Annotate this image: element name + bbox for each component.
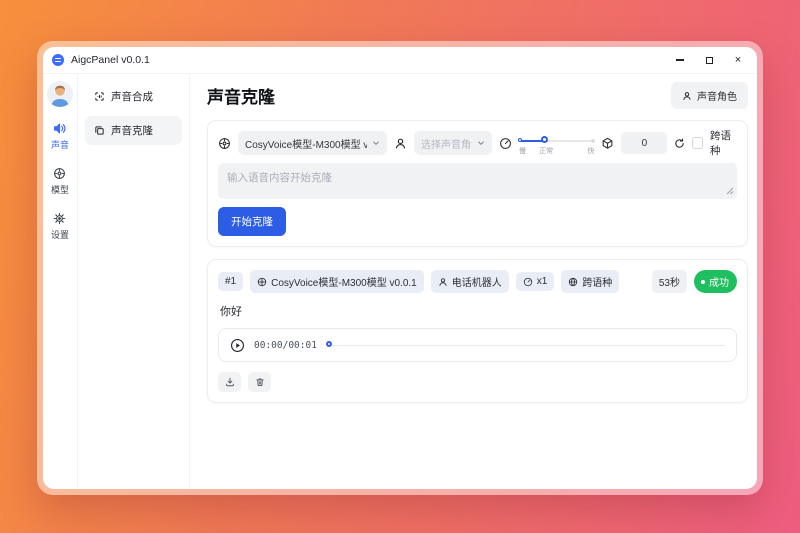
app-window: AigcPanel v0.0.1 × 声音 — [37, 41, 763, 495]
result-duration-badge: 53秒 — [652, 270, 687, 293]
minimize-icon[interactable] — [674, 54, 686, 66]
model-icon — [257, 277, 267, 287]
status-dot-icon — [701, 280, 705, 284]
result-voice-badge: 电话机器人 — [431, 270, 509, 293]
clone-icon — [94, 125, 105, 136]
result-text: 你好 — [220, 303, 735, 319]
window-title: AigcPanel v0.0.1 — [71, 54, 150, 66]
refresh-icon[interactable] — [674, 138, 685, 149]
sidebar-item-voice[interactable]: 声音 — [51, 122, 69, 151]
speaker-icon — [53, 122, 66, 135]
cross-lingual-checkbox[interactable] — [692, 137, 703, 149]
result-model-badge: CosyVoice模型-M300模型 v0.0.1 — [250, 270, 424, 293]
menu-item-voice-clone[interactable]: 声音克隆 — [85, 116, 182, 145]
clone-form-card: CosyVoice模型-M300模型 v0.0.1 选择声音角色 — [207, 120, 748, 247]
download-icon — [225, 377, 235, 387]
voice-role-button[interactable]: 声音角色 — [671, 82, 748, 109]
sidebar-item-model[interactable]: 模型 — [51, 167, 69, 196]
page-title: 声音克隆 — [207, 83, 275, 108]
model-select[interactable]: CosyVoice模型-M300模型 v0.0.1 — [238, 131, 387, 155]
voice-select-placeholder: 选择声音角色 — [421, 136, 472, 151]
result-mode-badge: 跨语种 — [561, 270, 619, 293]
model-select-value: CosyVoice模型-M300模型 v0.0.1 — [245, 136, 367, 151]
sidebar-item-settings[interactable]: 设置 — [51, 212, 69, 241]
cross-lingual-label: 跨语种 — [710, 128, 737, 158]
player-time: 00:00/00:01 — [254, 340, 317, 351]
status-badge: 成功 — [694, 270, 737, 293]
avatar[interactable] — [47, 81, 73, 107]
model-icon — [218, 137, 231, 150]
main-content: 声音克隆 声音角色 CosyVoice模型-M300模型 v0.0.1 — [190, 74, 757, 489]
maximize-icon[interactable] — [703, 54, 715, 66]
seek-handle[interactable] — [326, 341, 332, 347]
speed-gauge-icon — [499, 137, 512, 150]
seed-input[interactable] — [621, 132, 667, 154]
resize-handle-icon[interactable] — [726, 187, 734, 195]
seed-icon — [601, 137, 614, 150]
icon-rail: 声音 模型 设置 — [43, 74, 78, 489]
speed-gauge-icon — [523, 277, 533, 287]
menu-item-voice-synthesis[interactable]: 声音合成 — [85, 82, 182, 111]
voice-select[interactable]: 选择声音角色 — [414, 131, 492, 155]
audio-player: 00:00/00:01 — [218, 328, 737, 362]
person-icon — [394, 137, 407, 150]
voice-menu: 声音合成 声音克隆 — [78, 74, 190, 489]
voice-role-label: 声音角色 — [697, 88, 737, 103]
result-card: #1 CosyVoice模型-M300模型 v0.0.1 电话机器人 x1 — [207, 259, 748, 403]
model-icon — [53, 167, 66, 180]
globe-icon — [568, 277, 578, 287]
person-icon — [438, 277, 448, 287]
clone-text-input[interactable] — [218, 163, 737, 199]
speed-label-normal: 正常 — [539, 146, 553, 156]
delete-button[interactable] — [248, 372, 271, 392]
menu-item-label: 声音克隆 — [111, 123, 153, 138]
rail-label: 声音 — [51, 138, 69, 151]
play-icon[interactable] — [230, 338, 245, 353]
speed-label-fast: 快 — [587, 146, 594, 156]
trash-icon — [255, 377, 265, 387]
chevron-down-icon — [372, 139, 380, 147]
chevron-down-icon — [477, 139, 485, 147]
seek-bar[interactable] — [326, 339, 725, 351]
close-icon[interactable]: × — [732, 54, 744, 66]
gear-icon — [53, 212, 66, 225]
synthesis-icon — [94, 91, 105, 102]
download-button[interactable] — [218, 372, 241, 392]
result-speed-badge: x1 — [516, 272, 555, 291]
menu-item-label: 声音合成 — [111, 89, 153, 104]
result-index-badge: #1 — [218, 272, 243, 291]
speed-slider-handle[interactable] — [541, 136, 548, 143]
person-icon — [682, 91, 692, 101]
speed-label-slow: 慢 — [519, 146, 526, 156]
app-logo-icon — [52, 54, 64, 66]
titlebar: AigcPanel v0.0.1 × — [43, 47, 757, 74]
start-clone-button[interactable]: 开始克隆 — [218, 207, 286, 236]
rail-label: 设置 — [51, 228, 69, 241]
rail-label: 模型 — [51, 183, 69, 196]
speed-slider[interactable]: 慢 正常 快 — [519, 133, 594, 155]
